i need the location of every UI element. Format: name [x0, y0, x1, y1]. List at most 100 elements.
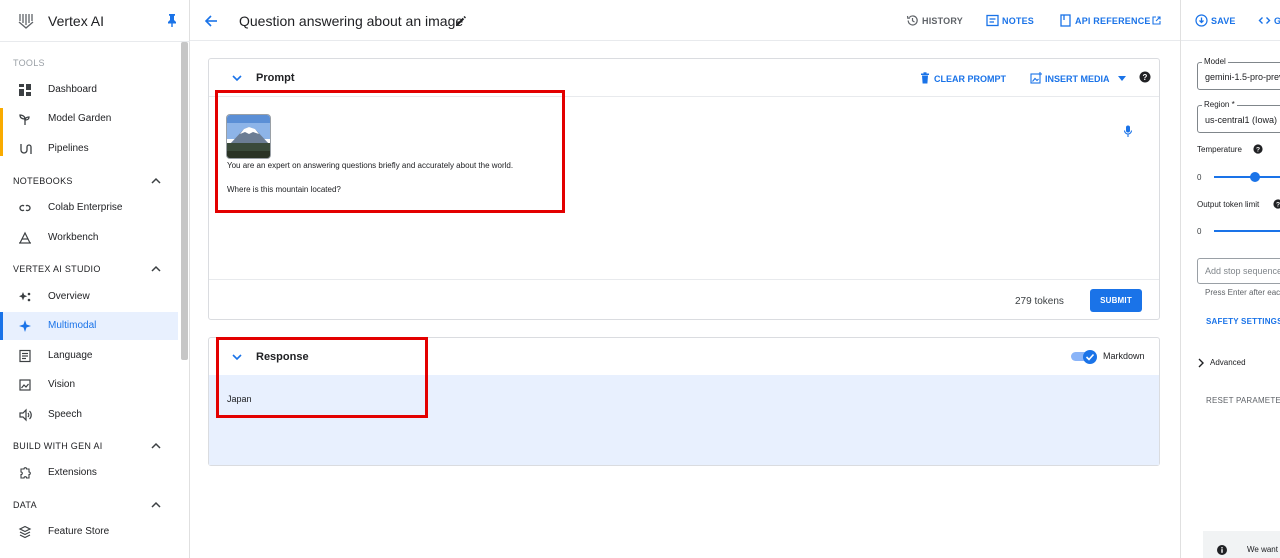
- sidebar-item-feature-store[interactable]: Feature Store: [0, 518, 178, 546]
- safety-settings-button[interactable]: SAFETY SETTINGS: [1206, 317, 1280, 326]
- sidebar-item-label: Feature Store: [48, 526, 110, 537]
- code-icon: [1258, 17, 1271, 24]
- help-icon[interactable]: ?: [1139, 71, 1151, 83]
- book-icon: [1060, 14, 1071, 27]
- region-value: us-central1 (Iowa): [1205, 115, 1278, 125]
- sidebar-item-colab-enterprise[interactable]: Colab Enterprise: [0, 194, 178, 222]
- notes-button[interactable]: NOTES: [986, 14, 1046, 28]
- response-header: Response Markdown: [209, 338, 1159, 375]
- sidebar-item-speech[interactable]: Speech: [0, 401, 178, 429]
- chevron-up-icon[interactable]: [150, 440, 162, 452]
- sidebar-item-label: Multimodal: [48, 320, 97, 331]
- sidebar-item-label: Dashboard: [48, 84, 97, 95]
- chevron-up-icon[interactable]: [150, 175, 162, 187]
- sidebar-item-vision[interactable]: Vision: [0, 371, 178, 399]
- region-select[interactable]: Region * us-central1 (Iowa): [1197, 100, 1280, 133]
- sidebar-item-dashboard[interactable]: Dashboard: [0, 76, 178, 104]
- sidebar-item-multimodal[interactable]: Multimodal: [0, 312, 178, 340]
- trash-icon: [921, 72, 929, 84]
- extensions-icon: [20, 467, 31, 479]
- page-header: Question answering about an image HISTOR…: [190, 0, 1180, 41]
- temperature-slider-track[interactable]: [1214, 176, 1280, 178]
- chevron-right-icon[interactable]: [1197, 358, 1205, 368]
- right-header: SAVE GE: [1181, 0, 1280, 41]
- markdown-toggle[interactable]: [1071, 350, 1097, 364]
- sidebar-item-language[interactable]: Language: [0, 342, 178, 370]
- sidebar-item-overview[interactable]: Overview: [0, 283, 178, 311]
- history-icon: [906, 15, 918, 26]
- feature-store-icon: [18, 525, 32, 539]
- output-min: 0: [1197, 227, 1202, 236]
- main-content: Prompt CLEAR PROMPT INSERT MEDIA ? You a…: [190, 41, 1180, 558]
- prompt-text-line: You are an expert on answering questions…: [227, 161, 514, 170]
- get-code-button[interactable]: GE: [1258, 14, 1280, 28]
- feedback-text: We want: [1247, 545, 1278, 554]
- stop-sequence-input[interactable]: Add stop sequence: [1197, 258, 1280, 284]
- section-notebooks: NOTEBOOKS: [13, 176, 73, 186]
- sidebar-item-label: Vision: [48, 379, 76, 390]
- save-icon: [1195, 14, 1208, 27]
- stop-sequence-placeholder: Add stop sequence: [1205, 266, 1280, 276]
- clear-prompt-button[interactable]: CLEAR PROMPT: [919, 72, 1009, 85]
- help-icon[interactable]: ?: [1273, 199, 1280, 209]
- svg-text:?: ?: [1256, 147, 1260, 154]
- markdown-label: Markdown: [1103, 351, 1145, 361]
- sidebar: Vertex AI TOOLS Dashboard Model Garden P…: [0, 0, 190, 558]
- response-text: Japan: [227, 394, 252, 404]
- model-garden-icon: [19, 114, 30, 125]
- prompt-header: Prompt CLEAR PROMPT INSERT MEDIA ?: [209, 59, 1159, 97]
- toggle-knob: [1083, 350, 1097, 364]
- output-slider-track[interactable]: [1214, 230, 1280, 232]
- image-add-icon: [1030, 72, 1042, 84]
- chevron-down-icon[interactable]: [231, 72, 243, 84]
- sidebar-scrollbar[interactable]: [181, 42, 188, 360]
- sidebar-item-label: Overview: [48, 291, 90, 302]
- feedback-banner: We want: [1203, 531, 1280, 558]
- sidebar-item-label: Workbench: [48, 232, 99, 243]
- speech-icon: [19, 408, 32, 422]
- api-reference-button[interactable]: API REFERENCE: [1059, 14, 1169, 28]
- brand-bar: Vertex AI: [0, 0, 190, 42]
- pipelines-icon: [20, 144, 32, 154]
- language-icon: [19, 349, 31, 363]
- uploaded-image-thumbnail[interactable]: [226, 114, 271, 159]
- chevron-down-icon[interactable]: [231, 351, 243, 363]
- sidebar-item-model-garden[interactable]: Model Garden: [0, 105, 178, 133]
- microphone-icon[interactable]: [1123, 125, 1133, 138]
- sidebar-item-label: Pipelines: [48, 143, 89, 154]
- notes-icon: [986, 14, 999, 27]
- advanced-toggle[interactable]: Advanced: [1210, 358, 1246, 367]
- back-arrow-icon[interactable]: [204, 14, 218, 28]
- prompt-input-area[interactable]: You are an expert on answering questions…: [209, 97, 1159, 279]
- history-button[interactable]: HISTORY: [906, 14, 984, 28]
- colab-icon: [19, 204, 31, 212]
- model-label: Model: [1202, 57, 1228, 66]
- submit-button[interactable]: SUBMIT: [1090, 289, 1142, 312]
- pin-icon[interactable]: [166, 13, 178, 27]
- stop-sequence-hint: Press Enter after each: [1205, 288, 1280, 297]
- insert-media-button[interactable]: INSERT MEDIA: [1030, 72, 1128, 85]
- model-select[interactable]: Model gemini-1.5-pro-preview: [1197, 57, 1280, 90]
- sparkle-icon: [19, 320, 31, 332]
- caret-down-icon: [1118, 76, 1126, 81]
- parameters-panel: SAVE GE Model gemini-1.5-pro-preview Reg…: [1180, 0, 1280, 558]
- region-label: Region *: [1202, 100, 1237, 109]
- sidebar-item-label: Speech: [48, 409, 82, 420]
- save-button[interactable]: SAVE: [1195, 14, 1245, 28]
- sidebar-item-label: Extensions: [48, 467, 97, 478]
- temperature-slider-thumb[interactable]: [1250, 172, 1260, 182]
- chevron-up-icon[interactable]: [150, 263, 162, 275]
- vision-icon: [19, 379, 31, 391]
- sidebar-item-pipelines[interactable]: Pipelines: [0, 135, 178, 163]
- dashboard-icon: [19, 84, 31, 96]
- response-title: Response: [256, 351, 309, 363]
- overview-icon: [19, 292, 31, 302]
- edit-pencil-icon[interactable]: [455, 15, 467, 27]
- sidebar-item-workbench[interactable]: Workbench: [0, 224, 178, 252]
- sidebar-item-extensions[interactable]: Extensions: [0, 459, 178, 487]
- svg-text:?: ?: [1276, 202, 1280, 209]
- help-icon[interactable]: ?: [1253, 144, 1263, 154]
- chevron-up-icon[interactable]: [150, 499, 162, 511]
- prompt-footer: 279 tokens SUBMIT: [209, 279, 1159, 319]
- reset-parameters-button[interactable]: RESET PARAMETERS: [1206, 396, 1280, 405]
